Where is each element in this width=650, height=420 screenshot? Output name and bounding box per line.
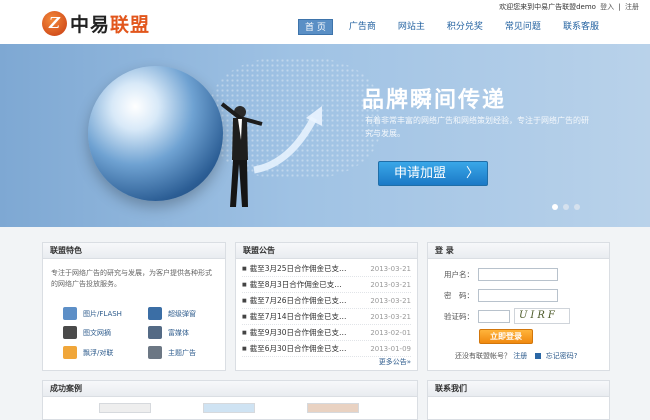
banner-title: 品牌瞬间传递	[362, 88, 507, 113]
popup-window-icon	[148, 307, 162, 320]
rich-media-icon	[148, 326, 162, 339]
image-flash-icon	[63, 307, 77, 320]
announcement-date: 2013-03-21	[370, 265, 411, 273]
feature-item[interactable]: 飘浮/对联	[63, 346, 113, 359]
more-announcements-link[interactable]: 更多公告»	[379, 357, 411, 367]
features-description: 专注于网络广告的研究与发展，为客户提供各种形式的网络广告投放服务。	[51, 269, 212, 288]
main-nav: 首 页 广告商 网站主 积分兑奖 常见问题 联系客服	[298, 19, 615, 35]
features-title: 联盟特色	[43, 243, 225, 259]
welcome-bar: 欢迎您来到中易广告联盟demo 登入 | 注册	[498, 2, 640, 12]
list-item[interactable]: 截至9月30日合作佣金已支… 2013-02-01	[242, 325, 411, 341]
announcement-text: 截至8月3日合作佣金已支…	[242, 277, 342, 292]
feature-label: 超级弹窗	[168, 309, 196, 318]
username-input[interactable]	[478, 268, 558, 281]
no-account-text: 还没有联盟帐号？	[455, 352, 511, 360]
login-button[interactable]: 立即登录	[479, 329, 533, 344]
list-item[interactable]: 截至7月26日合作佣金已支… 2013-03-21	[242, 293, 411, 309]
announcement-date: 2013-02-01	[370, 329, 411, 337]
password-row: 密 码：	[430, 289, 558, 302]
chevron-right-icon: 〉	[465, 166, 479, 181]
announcements-panel: 联盟公告 截至3月25日合作佣金已支… 2013-03-21 截至8月3日合作佣金…	[235, 242, 418, 371]
username-label: 用户名：	[444, 270, 474, 279]
feature-label: 主题广告	[168, 348, 196, 357]
feature-item[interactable]: 超级弹窗	[148, 307, 196, 320]
announcement-list: 截至3月25日合作佣金已支… 2013-03-21 截至8月3日合作佣金已支… 20…	[236, 259, 417, 359]
theme-ad-icon	[148, 346, 162, 359]
slider-dot[interactable]	[552, 204, 558, 210]
globe-image	[88, 66, 223, 201]
slider-dot[interactable]	[563, 204, 569, 210]
logo-text-b: 联盟	[110, 14, 151, 36]
feature-label: 飘浮/对联	[83, 348, 114, 357]
feature-item[interactable]: 富媒体	[148, 326, 189, 339]
site-logo[interactable]: Z 中易联盟	[42, 10, 150, 37]
announcement-text: 截至7月26日合作佣金已支…	[242, 293, 347, 308]
success-cases-panel: 成功案例	[42, 380, 418, 420]
password-input[interactable]	[478, 289, 558, 302]
float-couplet-icon	[63, 346, 77, 359]
nav-home[interactable]: 首 页	[298, 19, 333, 35]
slider-dots	[552, 204, 580, 210]
feature-label: 图文网摘	[83, 328, 111, 337]
announcement-date: 2013-03-21	[370, 313, 411, 321]
success-cases-title: 成功案例	[43, 381, 417, 397]
announcement-text: 截至6月30日合作佣金已支…	[242, 341, 347, 356]
list-item[interactable]: 截至7月14日合作佣金已支… 2013-03-21	[242, 309, 411, 325]
announcement-text: 截至3月25日合作佣金已支…	[242, 261, 347, 276]
register-link[interactable]: 注册	[513, 352, 527, 360]
nav-support[interactable]: 联系客服	[557, 19, 605, 35]
feature-item[interactable]: 图文网摘	[63, 326, 111, 339]
hero-banner: 品牌瞬间传递 有着非常丰富的网络广告和网络策划经验，专注于网络广告的研究与发展。…	[0, 44, 650, 227]
password-label: 密 码：	[444, 291, 474, 300]
logo-text: 中易联盟	[70, 10, 150, 37]
case-thumbnail[interactable]	[203, 403, 255, 413]
feature-item[interactable]: 图片/FLASH	[63, 307, 122, 320]
announcement-text: 截至7月14日合作佣金已支…	[242, 309, 347, 324]
login-title: 登 录	[428, 243, 609, 259]
feature-label: 富媒体	[168, 328, 189, 337]
apply-join-label: 申请加盟	[394, 166, 447, 181]
feature-label: 图片/FLASH	[83, 309, 122, 318]
register-link[interactable]: 注册	[625, 3, 639, 11]
features-panel: 联盟特色 专注于网络广告的研究与发展，为客户提供各种形式的网络广告投放服务。 图…	[42, 242, 226, 371]
slider-dot[interactable]	[574, 204, 580, 210]
captcha-input[interactable]	[478, 310, 510, 323]
announcement-date: 2013-01-09	[370, 345, 411, 353]
top-header: Z 中易联盟 欢迎您来到中易广告联盟demo 登入 | 注册 首 页 广告商 网…	[0, 0, 650, 44]
nav-points[interactable]: 积分兑奖	[441, 19, 489, 35]
nav-advertiser[interactable]: 广告商	[343, 19, 382, 35]
announcement-text: 截至9月30日合作佣金已支…	[242, 325, 347, 340]
list-item[interactable]: 截至8月3日合作佣金已支… 2013-03-21	[242, 277, 411, 293]
case-thumbnails	[99, 403, 359, 413]
captcha-image[interactable]: UIRF	[514, 308, 570, 324]
case-thumbnail[interactable]	[307, 403, 359, 413]
forgot-password-link[interactable]: 忘记密码?	[546, 352, 578, 360]
contact-title: 联系我们	[428, 381, 609, 397]
captcha-row: 验证码：	[430, 310, 510, 323]
announcement-date: 2013-03-21	[370, 281, 411, 289]
username-row: 用户名：	[430, 268, 558, 281]
apply-join-button[interactable]: 申请加盟 〉	[378, 161, 488, 186]
login-links: 还没有联盟帐号？ 注册 忘记密码?	[455, 351, 577, 361]
list-item[interactable]: 截至3月25日合作佣金已支… 2013-03-21	[242, 261, 411, 277]
announcement-date: 2013-03-21	[370, 297, 411, 305]
feature-item[interactable]: 主题广告	[148, 346, 196, 359]
separator: |	[618, 3, 621, 11]
banner-description: 有着非常丰富的网络广告和网络策划经验，专注于网络广告的研究与发展。	[365, 116, 589, 138]
image-text-icon	[63, 326, 77, 339]
login-link[interactable]: 登入	[600, 3, 614, 11]
nav-webmaster[interactable]: 网站主	[392, 19, 431, 35]
businessman-image	[220, 102, 263, 207]
forgot-icon	[535, 353, 542, 359]
nav-faq[interactable]: 常见问题	[499, 19, 547, 35]
list-item[interactable]: 截至6月30日合作佣金已支… 2013-01-09	[242, 341, 411, 357]
announcements-title: 联盟公告	[236, 243, 417, 259]
contact-panel: 联系我们	[427, 380, 610, 420]
logo-mark-icon: Z	[42, 11, 67, 36]
welcome-text: 欢迎您来到中易广告联盟demo	[499, 3, 596, 11]
case-thumbnail[interactable]	[99, 403, 151, 413]
captcha-label: 验证码：	[444, 312, 474, 321]
logo-text-a: 中易	[70, 14, 111, 36]
